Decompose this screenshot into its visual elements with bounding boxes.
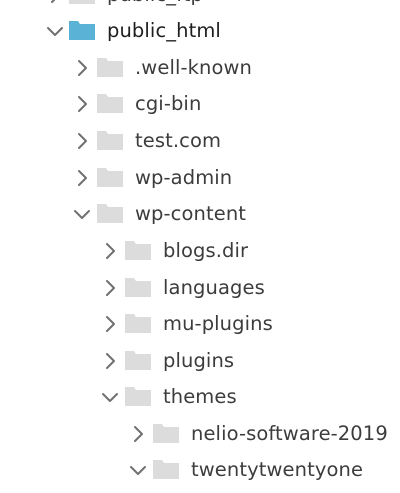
chevron-right-icon[interactable]	[99, 240, 121, 262]
tree-item-nelio-software-2019[interactable]: nelio-software-2019	[0, 417, 400, 453]
chevron-right-icon[interactable]	[99, 350, 121, 372]
tree-item-languages[interactable]: languages	[0, 271, 400, 307]
folder-icon	[96, 55, 124, 79]
chevron-right-icon[interactable]	[71, 93, 93, 115]
chevron-right-icon[interactable]	[71, 130, 93, 152]
folder-icon	[96, 165, 124, 189]
tree-item-label: test.com	[135, 129, 222, 152]
chevron-down-icon[interactable]	[99, 386, 121, 408]
chevron-down-icon[interactable]	[44, 20, 66, 42]
tree-item-label: nelio-software-2019	[191, 422, 388, 445]
tree-item-plugins[interactable]: plugins	[0, 344, 400, 380]
tree-item-public-ftp[interactable]: public_ftp	[0, 0, 400, 14]
tree-item-wp-admin[interactable]: wp-admin	[0, 161, 400, 197]
tree-item-cgi-bin[interactable]: cgi-bin	[0, 87, 400, 123]
chevron-right-icon[interactable]	[71, 57, 93, 79]
folder-icon	[96, 201, 124, 225]
tree-item-mu-plugins[interactable]: mu-plugins	[0, 307, 400, 343]
folder-icon	[124, 238, 152, 262]
tree-item-label: twentytwentyone	[191, 458, 364, 481]
tree-item-wp-content[interactable]: wp-content	[0, 197, 400, 233]
tree-item-label: public_html	[107, 19, 221, 42]
folder-icon	[152, 457, 180, 481]
folder-icon	[124, 275, 152, 299]
tree-item-test-com[interactable]: test.com	[0, 124, 400, 160]
folder-icon	[124, 384, 152, 408]
tree-item-label: plugins	[163, 349, 235, 372]
chevron-right-icon[interactable]	[44, 0, 66, 6]
chevron-right-icon[interactable]	[127, 423, 149, 445]
tree-item-well-known[interactable]: .well-known	[0, 51, 400, 87]
folder-icon	[152, 421, 180, 445]
folder-icon	[124, 348, 152, 372]
folder-open-icon	[68, 18, 96, 42]
chevron-down-icon[interactable]	[127, 459, 149, 481]
folder-icon	[96, 128, 124, 152]
tree-item-blogs-dir[interactable]: blogs.dir	[0, 234, 400, 270]
tree-item-label: languages	[163, 276, 265, 299]
tree-item-label: wp-content	[135, 202, 247, 225]
folder-icon	[96, 91, 124, 115]
chevron-right-icon[interactable]	[99, 277, 121, 299]
tree-item-label: public_ftp	[107, 0, 203, 7]
chevron-down-icon[interactable]	[71, 203, 93, 225]
tree-item-label: mu-plugins	[163, 312, 273, 335]
folder-icon	[124, 311, 152, 335]
tree-item-twentytwentyone[interactable]: twentytwentyone	[0, 453, 400, 489]
tree-item-label: cgi-bin	[135, 92, 202, 115]
tree-item-label: wp-admin	[135, 166, 233, 189]
folder-icon	[68, 0, 96, 6]
chevron-right-icon[interactable]	[99, 313, 121, 335]
tree-item-themes[interactable]: themes	[0, 380, 400, 416]
tree-item-label: .well-known	[135, 56, 253, 79]
folder-tree: public_ftp public_html .well-known cgi-b…	[0, 0, 400, 493]
tree-item-label: blogs.dir	[163, 239, 249, 262]
tree-item-public-html[interactable]: public_html	[0, 14, 400, 50]
tree-item-label: themes	[163, 385, 237, 408]
chevron-right-icon[interactable]	[71, 167, 93, 189]
